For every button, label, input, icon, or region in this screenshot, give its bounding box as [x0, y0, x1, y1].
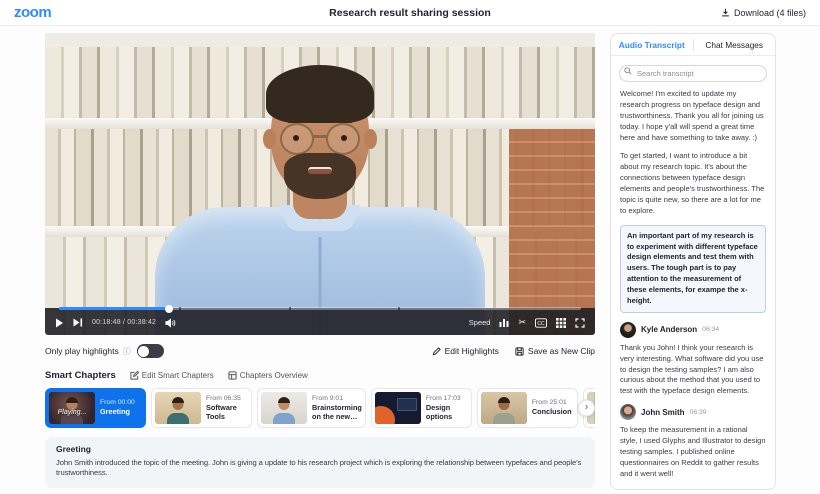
- only-play-highlights-label: Only play highlights: [45, 346, 119, 356]
- top-bar: zoom Research result sharing session Dow…: [0, 0, 820, 26]
- panel-tabs: Audio Transcript Chat Messages: [611, 34, 775, 56]
- message-time: 06:39: [689, 408, 707, 416]
- avatar-kyle-anderson: [620, 321, 636, 338]
- video-player[interactable]: 00:18:48 / 00:38:42 Speed ✂ CC: [45, 33, 595, 335]
- chapter-summary-title: Greeting: [56, 444, 91, 454]
- message-text: To keep the measurement in a rational st…: [620, 425, 766, 478]
- edit-box-icon: [130, 371, 139, 380]
- smart-chapters-title: Smart Chapters: [45, 370, 116, 381]
- chapter-card-software-tools[interactable]: From 06:35 Software Tools: [151, 388, 252, 428]
- beard: [284, 153, 356, 199]
- download-icon: [721, 8, 730, 17]
- chevron-right-icon: ›: [584, 401, 589, 413]
- speed-button[interactable]: Speed: [469, 318, 491, 327]
- seek-bar[interactable]: [59, 304, 581, 313]
- sidebar: Audio Transcript Chat Messages Welcome! …: [610, 33, 776, 494]
- seek-progress: [59, 304, 173, 313]
- zoom-logo: zoom: [14, 4, 52, 21]
- pencil-icon: [432, 346, 441, 356]
- chapter-thumbnail: [374, 392, 421, 424]
- bar-chart-icon[interactable]: [499, 318, 509, 327]
- message-time: 06:34: [702, 326, 720, 334]
- chapter-summary-text: John Smith introduced the topic of the m…: [56, 458, 582, 478]
- transcript-paragraph: Welcome! I'm excited to update my resear…: [620, 89, 764, 142]
- page: zoom Research result sharing session Dow…: [0, 0, 820, 494]
- message-text: Thank you John! I think your research is…: [620, 342, 764, 396]
- chapter-thumbnail: [155, 392, 201, 424]
- chapter-summary-card: Greeting John Smith introduced the topic…: [45, 437, 595, 488]
- tab-chat-messages[interactable]: Chat Messages: [694, 40, 776, 50]
- chapter-thumbnail: Playing...: [49, 392, 95, 424]
- svg-text:CC: CC: [537, 321, 545, 327]
- grid-view-icon[interactable]: [556, 317, 566, 328]
- search-icon: [624, 66, 632, 75]
- smart-chapters-header: Smart Chapters Edit Smart Chapters Chapt…: [45, 370, 595, 381]
- edit-smart-chapters-button[interactable]: Edit Smart Chapters: [130, 371, 214, 380]
- chapter-thumbnail: [261, 392, 307, 424]
- time-display: 00:18:48 / 00:38:42: [92, 319, 157, 326]
- face: [263, 65, 377, 199]
- save-as-new-clip-button[interactable]: Save as New Clip: [515, 346, 595, 356]
- page-title: Research result sharing session: [329, 6, 491, 19]
- ceiling: [45, 33, 595, 47]
- only-play-highlights-toggle[interactable]: [136, 344, 164, 358]
- seek-handle[interactable]: [164, 304, 173, 313]
- download-button[interactable]: Download (4 files): [721, 8, 806, 18]
- chapters-carousel: Playing... From 00:00 Greeting From 06:3…: [45, 388, 595, 428]
- skip-next-button[interactable]: [73, 318, 83, 327]
- volume-icon[interactable]: [165, 317, 176, 328]
- edit-highlights-button[interactable]: Edit Highlights: [432, 346, 499, 356]
- playing-status: Playing...: [57, 409, 87, 416]
- chapter-card-design-options[interactable]: From 17:03 Design options: [370, 388, 472, 428]
- transcript-paragraph: To get started, I want to introduce a bi…: [620, 151, 765, 215]
- play-button[interactable]: [55, 318, 64, 328]
- info-icon[interactable]: ⓘ: [123, 346, 131, 357]
- hair: [266, 65, 374, 123]
- highlights-bar: Only play highlights ⓘ Edit Highlights S…: [45, 342, 595, 360]
- chapters-overview-button[interactable]: Chapters Overview: [228, 371, 308, 380]
- message-header: John Smith 06:39: [620, 404, 766, 421]
- fullscreen-icon[interactable]: [575, 317, 585, 328]
- highlighted-transcript-segment[interactable]: An important part of my research is to e…: [620, 224, 766, 313]
- chapter-thumbnail: [480, 392, 527, 424]
- chapter-card-greeting[interactable]: Playing... From 00:00 Greeting: [45, 388, 146, 428]
- main-column: 00:18:48 / 00:38:42 Speed ✂ CC Only play…: [45, 33, 595, 488]
- tab-audio-transcript[interactable]: Audio Transcript: [611, 40, 693, 50]
- video-controls: 00:18:48 / 00:38:42 Speed ✂ CC: [45, 304, 595, 335]
- avatar-john-smith: [620, 404, 636, 421]
- transcript-panel: Audio Transcript Chat Messages Welcome! …: [610, 33, 776, 490]
- carousel-next-button[interactable]: ›: [578, 399, 595, 417]
- message-author: John Smith: [641, 407, 685, 417]
- trim-scissors-icon[interactable]: ✂: [518, 317, 526, 328]
- save-icon: [515, 346, 524, 356]
- message-author: Kyle Anderson: [641, 325, 698, 335]
- closed-captions-icon[interactable]: CC: [535, 317, 547, 328]
- download-label: Download (4 files): [733, 7, 806, 18]
- chapter-card-conclusion[interactable]: From 25:01 Conclusion: [476, 388, 578, 428]
- message-header: Kyle Anderson 06:34: [620, 321, 766, 338]
- speaker-john-smith: [110, 65, 530, 335]
- chapter-card-brainstorming[interactable]: From 9:01 Brainstorming on the new ide..…: [257, 388, 366, 428]
- search-transcript-input[interactable]: [619, 65, 767, 82]
- overview-grid-icon: [228, 371, 237, 380]
